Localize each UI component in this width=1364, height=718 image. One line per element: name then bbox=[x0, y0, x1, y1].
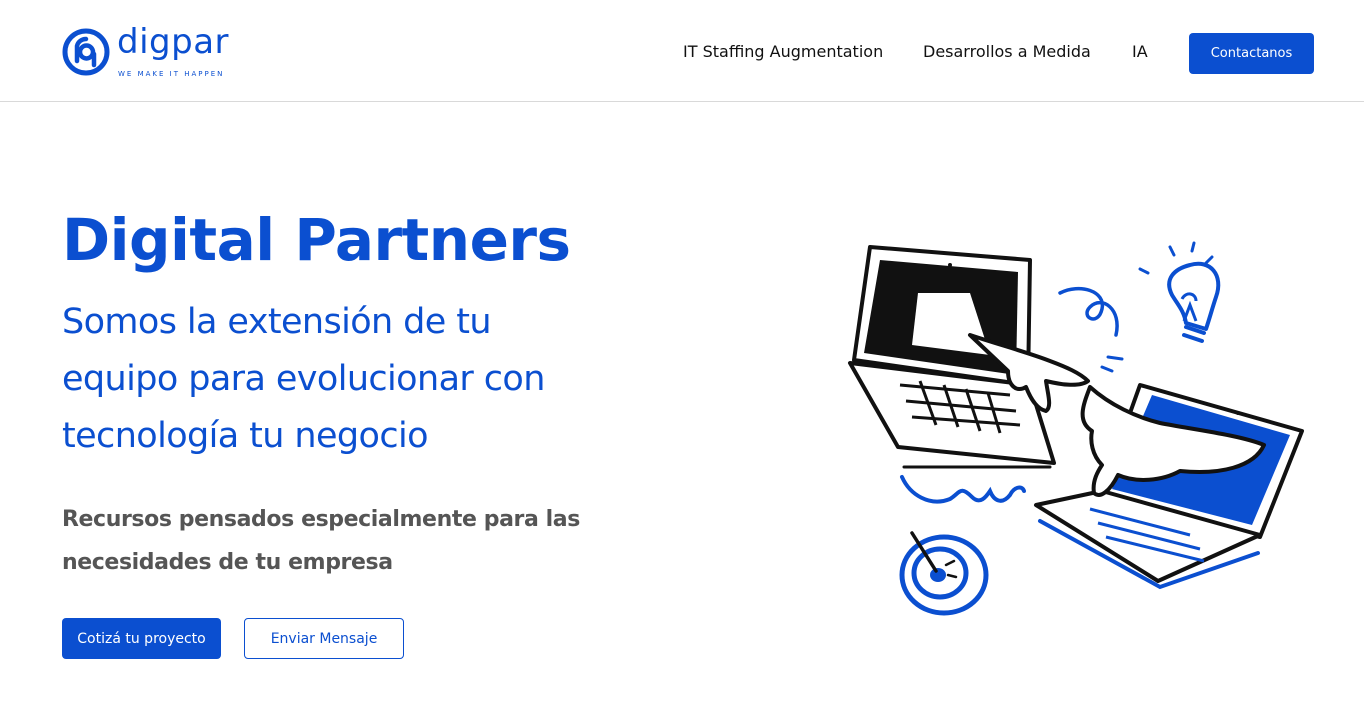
contact-button[interactable]: Contactanos bbox=[1189, 33, 1314, 74]
hero-description-line: necesidades de tu empresa bbox=[62, 550, 393, 575]
digpar-logo-icon bbox=[62, 28, 110, 76]
hero-title: Digital Partners bbox=[62, 206, 571, 274]
hero-description: Recursos pensados especialmente para las… bbox=[62, 498, 662, 584]
logo[interactable]: digpar WE MAKE IT HAPPEN bbox=[62, 22, 242, 82]
hero-subtitle: Somos la extensión de tu equipo para evo… bbox=[62, 294, 652, 465]
quote-project-button[interactable]: Cotizá tu proyecto bbox=[62, 618, 221, 659]
logo-wordmark: digpar bbox=[117, 22, 230, 62]
site-header: digpar WE MAKE IT HAPPEN IT Staffing Aug… bbox=[0, 0, 1364, 102]
nav-ia[interactable]: IA bbox=[1132, 42, 1148, 61]
send-message-button[interactable]: Enviar Mensaje bbox=[244, 618, 404, 659]
nav-it-staffing[interactable]: IT Staffing Augmentation bbox=[683, 42, 883, 61]
nav-desarrollos[interactable]: Desarrollos a Medida bbox=[923, 42, 1091, 61]
hero-subtitle-line: Somos la extensión de tu bbox=[62, 302, 492, 342]
hero-subtitle-line: tecnología tu negocio bbox=[62, 416, 429, 456]
logo-tagline: WE MAKE IT HAPPEN bbox=[118, 70, 225, 78]
laptops-handshake-illustration-icon bbox=[848, 241, 1304, 616]
hero-description-line: Recursos pensados especialmente para las bbox=[62, 507, 580, 532]
hero-subtitle-line: equipo para evolucionar con bbox=[62, 359, 545, 399]
